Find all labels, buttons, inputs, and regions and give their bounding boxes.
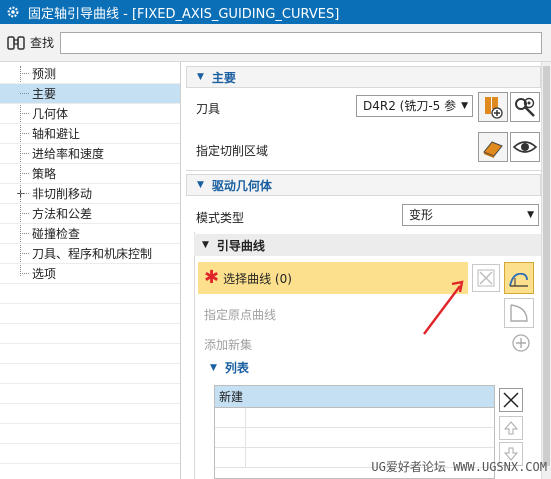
tree-item-options[interactable]: 选项 [0,264,180,284]
collapse-triangle-icon: ▼ [197,72,204,82]
search-label: 查找 [30,36,55,50]
section-main-header[interactable]: ▼ 主要 [186,66,541,88]
tree-item-feeds-speeds[interactable]: 进给率和速度 [0,144,180,164]
tree-item-strategy[interactable]: 策略 [0,164,180,184]
divider [186,170,541,171]
tool-select[interactable]: D4R2 (铣刀-5 参 ▼ [356,95,473,117]
gear-icon [7,6,19,18]
expand-toggle[interactable]: + [16,184,25,204]
tree-empty-row [0,324,180,344]
edit-tool-icon [515,97,535,117]
new-tool-icon [485,97,503,119]
tree-empty-row [0,444,180,464]
display-cut-region-button[interactable] [510,132,540,162]
add-new-set-button[interactable] [510,332,532,354]
chevron-down-icon: ▼ [527,210,534,220]
watermark: UG爱好者论坛 WWW.UGSNX.COM [371,460,547,474]
origin-curve-label: 指定原点曲线 [204,308,277,322]
tree-empty-row [0,364,180,384]
select-curve-button[interactable] [504,262,534,294]
annotation-arrow [423,280,464,335]
origin-curve-icon [510,304,528,322]
tree-empty-row [0,284,180,304]
required-star-icon: ✱ [204,267,220,288]
list-row[interactable] [215,428,494,448]
window-title: 固定轴引导曲线 - [FIXED_AXIS_GUIDING_CURVES] [28,6,340,22]
collapse-triangle-icon: ▼ [202,240,209,250]
list-row[interactable] [215,408,494,428]
add-icon [512,334,530,352]
delete-button[interactable] [499,388,523,412]
move-up-button[interactable] [499,416,523,440]
search-input[interactable] [60,31,543,54]
navigation-tree: 预测 主要 几何体 轴和避让 进给率和速度 策略 + 非切削移动 方法和公差 碰撞… [0,62,181,479]
tree-item-method-tolerance[interactable]: 方法和公差 [0,204,180,224]
list-section-header[interactable]: ▼ 列表 [210,359,249,376]
select-cut-region-button[interactable] [478,132,508,162]
clear-selection-icon [477,269,495,287]
delete-icon [503,392,519,408]
origin-curve-button[interactable] [504,298,534,328]
list-item[interactable]: 新建 [215,386,494,408]
select-curve-label: 选择曲线 (0) [223,271,292,286]
tree-item-non-cutting-moves[interactable]: + 非切削移动 [0,184,180,204]
select-face-icon [483,141,503,158]
edit-tool-button[interactable] [510,92,540,122]
add-new-set-label: 添加新集 [204,338,253,352]
tree-empty-row [0,384,180,404]
collapse-triangle-icon: ▼ [210,362,217,373]
tree-item-tool-program-machine[interactable]: 刀具、程序和机床控制 [0,244,180,264]
mode-type-select[interactable]: 变形 ▼ [402,204,539,226]
section-drive-header[interactable]: ▼ 驱动几何体 [186,174,541,196]
scrollbar-thumb[interactable] [543,66,550,466]
chevron-down-icon: ▼ [461,101,468,111]
tree-empty-row [0,424,180,444]
tool-label: 刀具 [196,102,221,116]
curve-select-icon [509,272,528,287]
title-bar: 固定轴引导曲线 - [FIXED_AXIS_GUIDING_CURVES] [0,0,551,24]
tree-item-collision-check[interactable]: 碰撞检查 [0,224,180,244]
settings-panel: ▼ 主要 刀具 D4R2 (铣刀-5 参 ▼ 指定切削区域 ▼ 驱动几何体 模式… [186,62,551,479]
clear-selection-button[interactable] [472,264,500,292]
collapse-triangle-icon: ▼ [197,180,204,190]
tree-item-geometry[interactable]: 几何体 [0,104,180,124]
tree-empty-row [0,404,180,424]
cut-region-label: 指定切削区域 [196,144,269,158]
panel-scrollbar[interactable] [541,62,551,479]
tree-item-axis-avoidance[interactable]: 轴和避让 [0,124,180,144]
mode-type-label: 模式类型 [196,211,245,225]
tree-item-preview[interactable]: 预测 [0,64,180,84]
new-tool-button[interactable] [478,92,508,122]
binoculars-icon [7,35,25,50]
tree-empty-row [0,304,180,324]
move-up-icon [503,421,519,435]
tree-item-main[interactable]: 主要 [0,84,180,104]
tree-empty-row [0,344,180,364]
guide-curves-header[interactable]: ▼ 引导曲线 [194,234,541,256]
search-bar: 查找 [0,24,551,62]
eye-icon [512,141,538,153]
